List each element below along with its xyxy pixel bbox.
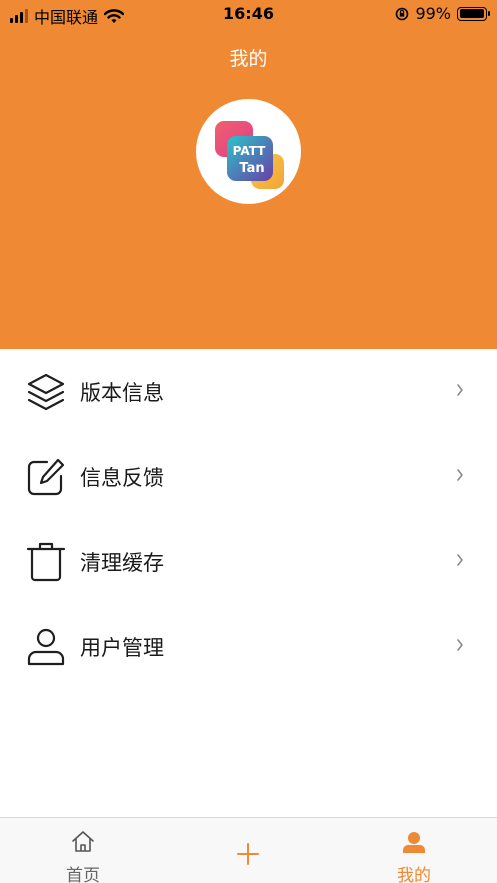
page-title: 我的 [229, 48, 268, 70]
plus-icon [237, 843, 259, 865]
chevron-right-icon [457, 469, 463, 481]
chevron-right-icon [457, 384, 463, 396]
menu-item-label: 版本信息 [80, 381, 164, 405]
user-icon [403, 832, 425, 853]
avatar[interactable]: PATT Tan [196, 99, 301, 204]
svg-text:PATT: PATT [233, 144, 267, 158]
profile-header: 中国联通 16:46 99% 我的 PATT Tan [0, 0, 497, 349]
battery-percent: 99% [415, 4, 451, 23]
tab-mine[interactable]: 我的 [331, 818, 497, 883]
edit-icon [27, 458, 65, 496]
menu-item-clear-cache[interactable]: 清理缓存 [0, 519, 497, 603]
chevron-right-icon [457, 639, 463, 651]
tab-home[interactable]: 首页 [0, 818, 166, 883]
battery-icon [457, 6, 490, 21]
layers-icon [27, 373, 65, 411]
patt-tan-logo-icon: PATT Tan [215, 121, 284, 189]
menu-item-label: 清理缓存 [80, 551, 164, 575]
tab-add[interactable] [166, 818, 331, 883]
chevron-right-icon [457, 554, 463, 566]
trash-icon [26, 542, 66, 582]
home-icon [72, 831, 94, 852]
orientation-lock-icon [396, 7, 409, 20]
menu-item-user-management[interactable]: 用户管理 [0, 604, 497, 688]
menu-item-version-info[interactable]: 版本信息 [0, 349, 497, 433]
status-bar: 中国联通 16:46 99% [0, 0, 497, 28]
tab-bar: 首页 我的 [0, 817, 497, 883]
tab-label: 首页 [66, 866, 100, 883]
menu-item-label: 信息反馈 [80, 466, 164, 490]
menu-item-feedback[interactable]: 信息反馈 [0, 434, 497, 518]
menu-item-label: 用户管理 [80, 636, 164, 660]
user-icon [27, 628, 65, 666]
tab-label: 我的 [397, 866, 431, 883]
svg-text:Tan: Tan [239, 161, 264, 176]
